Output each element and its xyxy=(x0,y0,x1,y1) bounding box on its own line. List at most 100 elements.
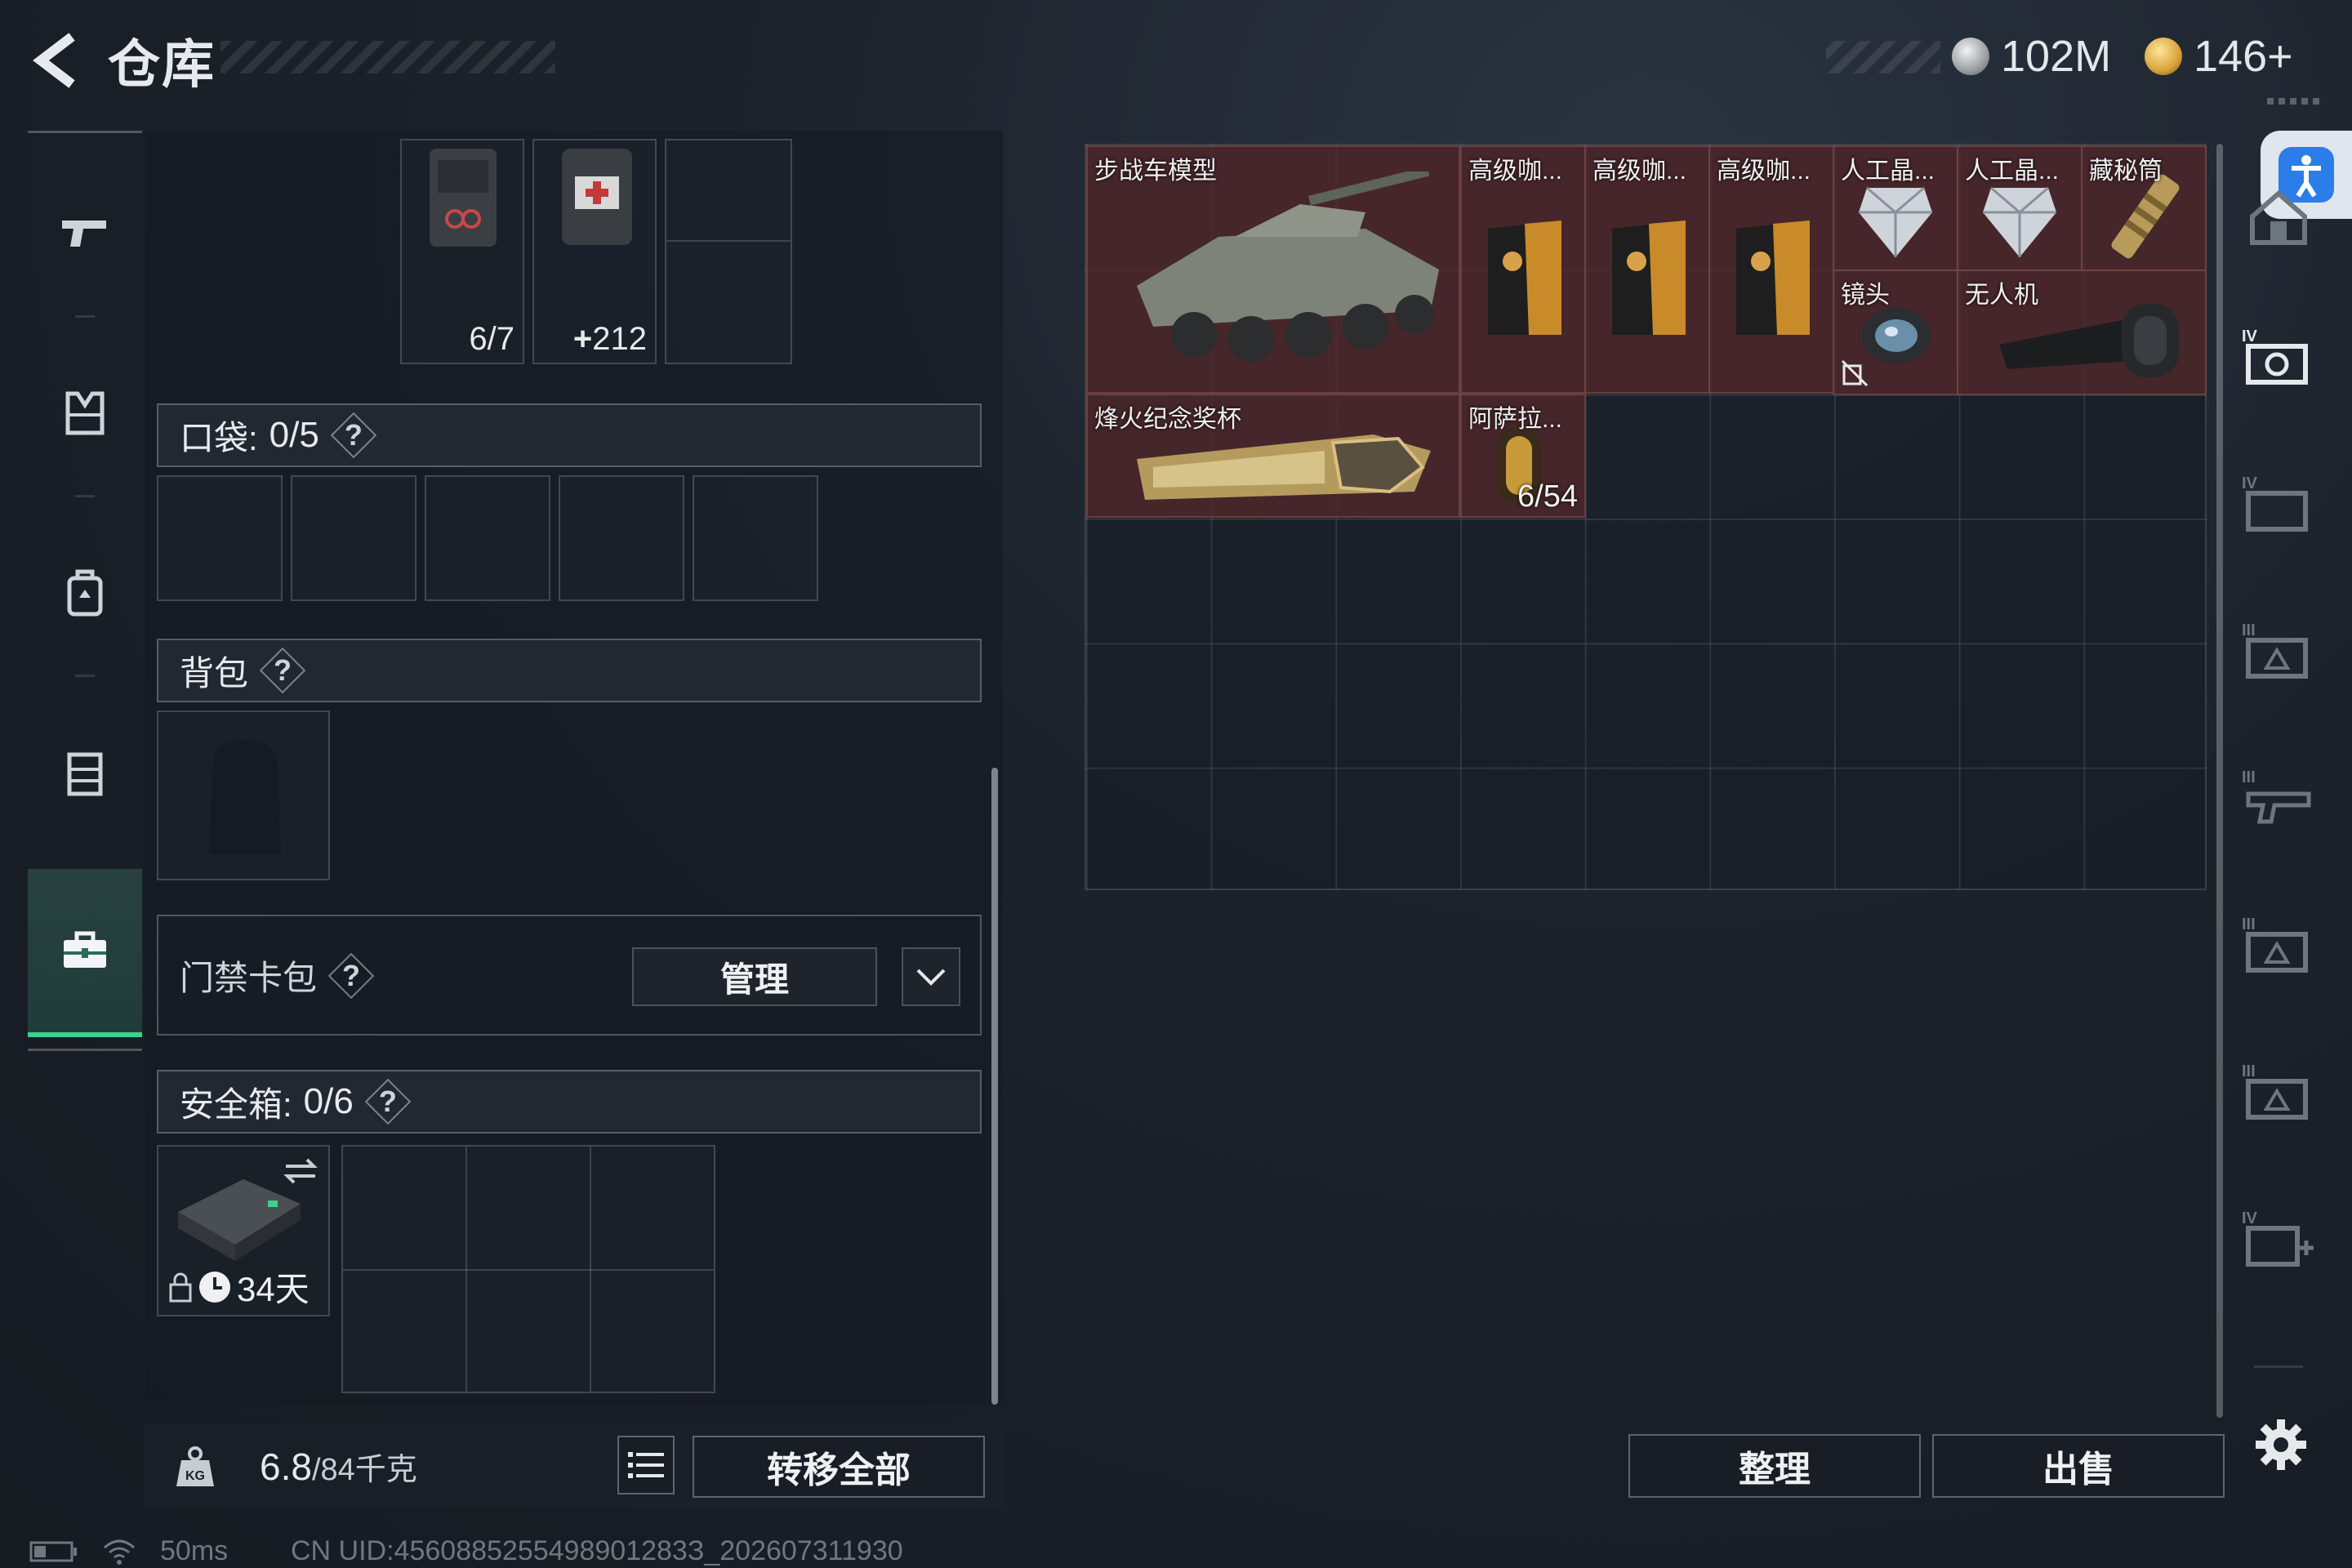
pocket-slot-2[interactable] xyxy=(291,475,416,601)
wifi-icon xyxy=(104,1539,135,1565)
currency-silver[interactable]: 102M xyxy=(1952,31,2111,82)
pocket-header: 口袋: 0/5 ? xyxy=(157,403,982,467)
back-arrow-icon xyxy=(33,33,75,88)
stash-item-coffee-3[interactable]: 高级咖... xyxy=(1708,145,1834,394)
stash-page-7[interactable]: IV xyxy=(2221,1189,2336,1287)
safebox-timer-value: 34天 xyxy=(237,1270,310,1308)
rail-item-rig[interactable] xyxy=(28,691,142,854)
rail-item-case[interactable] xyxy=(28,869,142,1037)
stash-item-coffee-1[interactable]: 高级咖... xyxy=(1460,145,1586,394)
stash-page-4[interactable]: III xyxy=(2221,748,2336,846)
swap-icon[interactable] xyxy=(283,1155,318,1187)
manage-button[interactable]: 管理 xyxy=(632,947,877,1006)
item-name: 无人机 xyxy=(1965,282,2038,309)
keycard-row: 门禁卡包 ? 管理 xyxy=(157,915,982,1036)
sort-button[interactable]: 整理 xyxy=(1628,1434,1921,1498)
svg-text:IV: IV xyxy=(2242,327,2258,345)
rail-separator xyxy=(75,675,95,677)
item-name: 高级咖... xyxy=(1717,158,1811,185)
settings-button[interactable] xyxy=(2246,1410,2316,1480)
pocket-value: 0/5 xyxy=(269,415,319,455)
stash-page-2[interactable]: IV xyxy=(2221,454,2336,552)
loadout-footer: KG 6.8/84千克 转移全部 xyxy=(145,1423,1003,1509)
svg-text:III: III xyxy=(2242,621,2256,639)
rig-icon xyxy=(67,752,103,796)
backpack-silhouette-icon xyxy=(209,740,281,854)
pocket-slot-4[interactable] xyxy=(559,475,684,601)
stash-item-drone[interactable]: 无人机 xyxy=(1957,270,2207,395)
stash-page-box-icon: IV xyxy=(2242,474,2308,532)
stash-item-crystal-1[interactable]: 人工晶... xyxy=(1833,145,1958,271)
stash-item-crystal-2[interactable]: 人工晶... xyxy=(1957,145,2082,271)
safebox-grid[interactable] xyxy=(341,1145,715,1393)
battery-icon xyxy=(29,1541,77,1561)
rail-item-backpack[interactable] xyxy=(28,511,142,675)
stash-item-lens[interactable]: 镜头 xyxy=(1833,270,1958,395)
list-icon xyxy=(628,1452,664,1478)
item-name: 人工晶... xyxy=(1965,158,2060,185)
house-icon xyxy=(2250,190,2307,245)
keycard-label: 门禁卡包 xyxy=(180,959,318,997)
coin-gold-icon xyxy=(2145,38,2182,75)
safebox-help-icon[interactable]: ? xyxy=(367,1080,409,1123)
stash-item-coffee-2[interactable]: 高级咖... xyxy=(1584,145,1710,394)
currency-hatch-decoration xyxy=(1826,41,1940,74)
slot-grid-line xyxy=(666,240,791,242)
stash-page-bag-icon: III xyxy=(2242,915,2308,973)
currency-gold[interactable]: 146+ xyxy=(2145,31,2293,82)
pouch-slot-3[interactable] xyxy=(665,139,792,364)
stash-page-home[interactable] xyxy=(2221,168,2336,266)
item-name: 阿萨拉... xyxy=(1468,406,1563,433)
pocket-slot-3[interactable] xyxy=(425,475,550,601)
stash-item-trophy[interactable]: 烽火纪念奖杯 xyxy=(1086,394,1460,518)
pouch-slot-2-count-value: 212 xyxy=(592,321,647,357)
top-right-dots xyxy=(2267,98,2324,105)
backpack-slot[interactable] xyxy=(157,710,330,880)
pocket-help-icon[interactable]: ? xyxy=(332,414,375,457)
left-category-rail xyxy=(28,131,142,1054)
stash-page-gun-icon: III xyxy=(2242,768,2311,824)
keycard-expand-button[interactable] xyxy=(902,947,960,1006)
list-view-button[interactable] xyxy=(617,1436,675,1494)
safebox-label: 安全箱: xyxy=(180,1085,292,1124)
backpack-help-icon[interactable]: ? xyxy=(261,649,304,692)
pouch-slot-2[interactable]: +212 xyxy=(532,139,657,364)
svg-text:IV: IV xyxy=(2242,474,2258,492)
pocket-slot-5[interactable] xyxy=(693,475,818,601)
backpack-icon xyxy=(67,569,103,617)
stash-grid[interactable]: 步战车模型 高级咖... 高级咖... 高级咖... 人工晶... 人工晶...… xyxy=(1085,144,2207,890)
stash-page-6[interactable]: III xyxy=(2221,1042,2336,1140)
rail-separator xyxy=(2254,1365,2303,1368)
rail-bottom-line xyxy=(28,1049,142,1051)
clock-icon xyxy=(199,1271,230,1303)
gear-icon xyxy=(2256,1419,2306,1470)
svg-text:III: III xyxy=(2242,1062,2256,1080)
item-name: 烽火纪念奖杯 xyxy=(1094,406,1241,433)
stash-item-asala[interactable]: 阿萨拉... 6/54 xyxy=(1460,394,1586,518)
back-button[interactable] xyxy=(23,28,88,93)
stash-page-5[interactable]: III xyxy=(2221,895,2336,993)
stash-page-3[interactable]: III xyxy=(2221,601,2336,699)
item-name: 人工晶... xyxy=(1841,158,1936,185)
safebox-item-slot[interactable]: 34天 xyxy=(157,1145,330,1316)
stash-page-1[interactable]: IV xyxy=(2221,307,2336,405)
stash-item-cryptex[interactable]: 藏秘筒 xyxy=(2081,145,2207,271)
pocket-slot-1[interactable] xyxy=(157,475,283,601)
pouch-slot-2-count: +212 xyxy=(573,321,647,358)
tool-pouch-icon xyxy=(430,149,497,247)
sell-button[interactable]: 出售 xyxy=(1932,1434,2225,1498)
pouch-slot-1[interactable]: 6/7 xyxy=(400,139,524,364)
rail-item-weapons[interactable] xyxy=(28,152,142,315)
transfer-all-button[interactable]: 转移全部 xyxy=(693,1436,985,1498)
loadout-scrollbar[interactable] xyxy=(991,768,998,1405)
rail-top-line xyxy=(28,131,142,133)
rail-item-armor[interactable] xyxy=(28,332,142,495)
plus-icon: + xyxy=(572,321,593,357)
stash-page-bag-icon: III xyxy=(2242,1062,2308,1120)
safebox-value: 0/6 xyxy=(303,1081,354,1121)
stash-item-ifv-model[interactable]: 步战车模型 xyxy=(1086,145,1460,394)
grid-line xyxy=(343,1269,714,1271)
keycard-label-group: 门禁卡包 ? xyxy=(180,951,372,1000)
weight-value: 6.8 xyxy=(260,1446,312,1488)
keycard-help-icon[interactable]: ? xyxy=(330,955,372,997)
